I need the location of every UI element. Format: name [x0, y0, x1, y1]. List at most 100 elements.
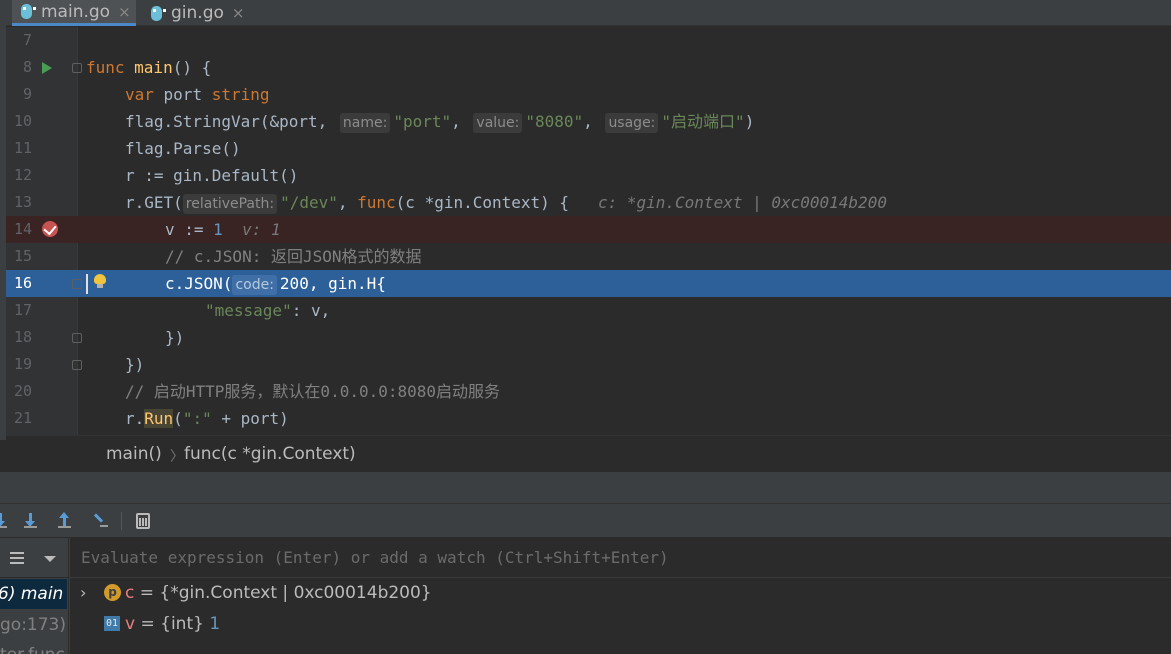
code-editor[interactable]: 7 8 func main() { 9 var port string 10 f…	[0, 27, 1171, 435]
base-line	[0, 526, 7, 528]
variable-row-v[interactable]: 01 v = {int} 1	[70, 609, 1171, 639]
base-line	[24, 526, 37, 528]
code-line-11[interactable]: 11 flag.Parse()	[0, 135, 1171, 162]
string-literal: "启动端口"	[661, 112, 745, 131]
variable-equals: =	[134, 583, 160, 603]
line-number: 14	[13, 220, 32, 238]
string-literal: "8080"	[525, 112, 584, 131]
code-token: : v,	[291, 301, 331, 320]
line-number: 21	[13, 409, 32, 427]
inline-debug-value: c: *gin.Context | 0xc00014b200	[597, 193, 887, 212]
function-name: Run	[144, 409, 174, 428]
variable-value: {int}	[160, 614, 210, 634]
param-hint: code:	[232, 275, 277, 295]
code-token: r.GET(	[125, 193, 183, 212]
line-number: 15	[13, 247, 32, 265]
debug-toolbar	[0, 504, 1171, 538]
code-line-18[interactable]: 18 })	[0, 324, 1171, 351]
code-line-13[interactable]: 13 r.GET(relativePath: "/dev", func(c *gi…	[0, 189, 1171, 216]
tab-close-icon[interactable]: ×	[118, 3, 131, 21]
fold-marker-icon[interactable]	[72, 63, 82, 73]
toolbar-separator	[121, 512, 122, 530]
fold-marker-icon[interactable]	[72, 279, 82, 289]
code-token: v :=	[165, 220, 214, 239]
int-badge-icon: 01	[104, 616, 120, 631]
code-line-8[interactable]: 8 func main() {	[0, 54, 1171, 81]
identifier: port	[153, 85, 212, 104]
code-line-21[interactable]: 21 r.Run(":" + port)	[0, 405, 1171, 432]
code-line-10[interactable]: 10 flag.StringVar(&port, name: "port", va…	[0, 108, 1171, 135]
frame-label: go:173)	[0, 615, 66, 635]
evaluate-icon[interactable]	[134, 512, 152, 530]
line-number: 7	[22, 31, 32, 49]
line-number: 18	[13, 328, 32, 346]
code-text: flag.Parse()	[125, 139, 241, 158]
variable-text: c = {*gin.Context | 0xc00014b200}	[125, 578, 432, 608]
frames-header	[0, 538, 69, 578]
tab-main-go[interactable]: main.go ×	[12, 0, 136, 26]
tab-label: gin.go	[171, 3, 224, 23]
breadcrumb-item-main[interactable]: main()	[106, 444, 162, 464]
step-over-icon[interactable]	[0, 512, 12, 530]
step-into-icon[interactable]	[24, 512, 42, 530]
frame-item[interactable]: ter.func	[0, 640, 69, 654]
line-number: 17	[13, 301, 32, 319]
breadcrumb-item-func[interactable]: func(c *gin.Context)	[184, 444, 356, 464]
code-line-14[interactable]: 14 v := 1 v: 1	[0, 216, 1171, 243]
frame-item[interactable]: go:173)	[0, 610, 69, 640]
chevron-down-icon[interactable]	[44, 556, 56, 562]
step-out-icon[interactable]	[58, 512, 76, 530]
string-literal: "/dev"	[280, 193, 338, 212]
keyword: func	[86, 58, 125, 77]
fold-marker-icon[interactable]	[72, 360, 82, 370]
code-line-9[interactable]: 9 var port string	[0, 81, 1171, 108]
arrow-head	[59, 512, 69, 518]
fold-marker-icon[interactable]	[72, 333, 82, 343]
pointer-badge-icon: p	[104, 584, 121, 601]
number-literal: 1	[213, 220, 223, 239]
code-token: + port)	[211, 409, 289, 428]
editor-tab-bar: main.go × gin.go ×	[0, 0, 1171, 26]
code-line-7[interactable]: 7	[0, 27, 1171, 54]
param-hint: relativePath:	[182, 194, 278, 214]
run-to-cursor-icon[interactable]	[92, 512, 110, 530]
evaluate-expression-input[interactable]	[70, 538, 1171, 578]
code-token: (	[173, 409, 183, 428]
param-hint: value:	[473, 113, 523, 133]
string-literal: "port"	[393, 112, 452, 131]
code-line-16-current[interactable]: 16 c.JSON(code: 200, gin.H{	[0, 270, 1171, 297]
frames-menu-icon[interactable]	[10, 552, 24, 564]
code-text: c.JSON(code: 200, gin.H{	[165, 270, 386, 297]
breakpoint-icon[interactable]	[42, 221, 58, 237]
code-text: "message": v,	[205, 297, 330, 324]
line-number: 12	[13, 166, 32, 184]
tab-gin-go[interactable]: gin.go ×	[142, 0, 252, 26]
code-line-20[interactable]: 20 // 启动HTTP服务，默认在0.0.0.0:8080启动服务	[0, 378, 1171, 405]
calculator-shape	[136, 513, 150, 529]
line-number: 20	[13, 382, 32, 400]
intention-bulb-icon[interactable]	[94, 274, 106, 288]
code-token: ,	[451, 112, 471, 131]
run-gutter-icon[interactable]	[42, 62, 52, 74]
code-token: flag.StringVar(&port,	[125, 112, 337, 131]
code-line-19[interactable]: 19 })	[0, 351, 1171, 378]
variable-text: v = {int} 1	[125, 609, 220, 639]
code-line-15[interactable]: 15 // c.JSON: 返回JSON格式的数据	[0, 243, 1171, 270]
frame-label: 6) main	[0, 584, 64, 604]
debug-header	[0, 472, 1171, 504]
tab-close-icon[interactable]: ×	[232, 4, 245, 22]
base-line	[58, 526, 71, 528]
code-text: })	[165, 328, 185, 347]
frame-item[interactable]: 6) main	[0, 579, 67, 609]
expand-chevron-icon[interactable]: ›	[80, 578, 86, 608]
variable-row-c[interactable]: › p c = {*gin.Context | 0xc00014b200}	[70, 578, 1171, 608]
code-line-12[interactable]: 12 r := gin.Default()	[0, 162, 1171, 189]
code-line-17[interactable]: 17 "message": v,	[0, 297, 1171, 324]
line-number: 11	[13, 139, 32, 157]
keyword: func	[357, 193, 396, 212]
text-caret	[86, 274, 88, 294]
cursor-mark	[100, 525, 108, 527]
code-token: ,	[337, 193, 358, 212]
code-token: r.	[125, 409, 145, 428]
left-tool-strip	[0, 0, 6, 440]
